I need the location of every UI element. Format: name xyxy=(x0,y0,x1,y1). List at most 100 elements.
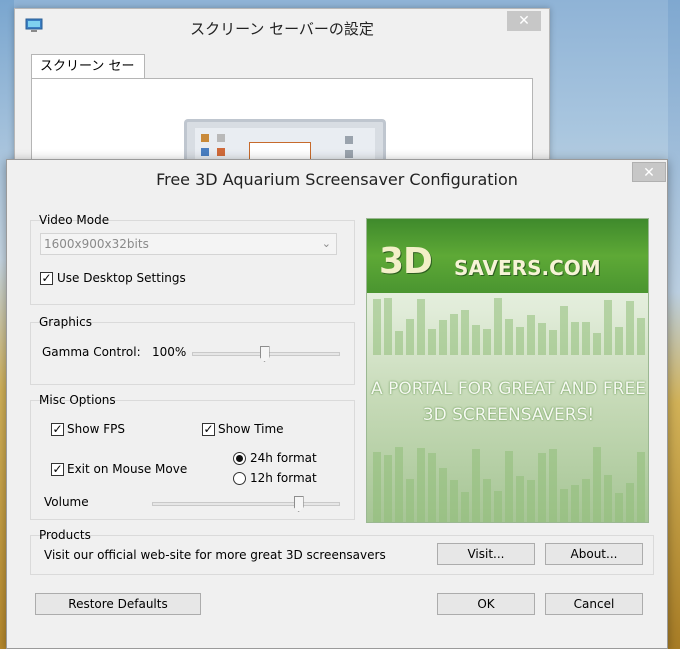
equalizer-bar xyxy=(527,480,535,522)
show-time-label: Show Time xyxy=(218,422,284,436)
equalizer-bar xyxy=(637,452,645,522)
volume-label: Volume xyxy=(44,495,89,509)
visit-button[interactable]: Visit... xyxy=(437,543,535,565)
cancel-button[interactable]: Cancel xyxy=(545,593,643,615)
equalizer-bar xyxy=(483,479,491,522)
gamma-control-label: Gamma Control: xyxy=(42,345,141,359)
equalizer-bar xyxy=(461,309,469,355)
equalizer-bar xyxy=(516,476,524,522)
equalizer-bar xyxy=(384,455,392,522)
equalizer-bar xyxy=(373,452,381,522)
products-label: Products xyxy=(39,528,91,542)
gamma-value: 100% xyxy=(152,345,187,359)
equalizer-bar xyxy=(516,326,524,355)
equalizer-bar xyxy=(428,453,436,522)
equalizer-bar xyxy=(560,489,568,522)
equalizer-bar xyxy=(549,449,557,522)
equalizer-bar xyxy=(395,447,403,522)
equalizer-bar xyxy=(461,491,469,522)
equalizer-bar xyxy=(395,331,403,355)
show-fps-checkbox[interactable]: ✓ xyxy=(51,423,64,436)
equalizer-bar xyxy=(505,318,513,355)
banner-header: 3D SAVERS.COM xyxy=(367,219,648,293)
screensaver-settings-window: スクリーン セーバーの設定 ✕ スクリーン セーバー xyxy=(14,8,550,200)
desktop-icon xyxy=(201,134,209,142)
equalizer-bar xyxy=(615,326,623,355)
format-12h-label: 12h format xyxy=(250,471,317,485)
equalizer-bar xyxy=(604,299,612,355)
show-fps-label: Show FPS xyxy=(67,422,125,436)
volume-slider-track[interactable] xyxy=(152,502,340,506)
banner-brand-3d: 3D xyxy=(379,241,433,282)
equalizer-bar xyxy=(505,451,513,522)
equalizer-bar xyxy=(450,314,458,355)
radio-selected-dot xyxy=(236,455,243,462)
equalizer-bar xyxy=(428,328,436,355)
tab-screensaver[interactable]: スクリーン セーバー xyxy=(31,54,145,98)
equalizer-bar xyxy=(626,301,634,355)
equalizer-bar xyxy=(439,468,447,522)
equalizer-bar xyxy=(472,449,480,522)
misc-options-label: Misc Options xyxy=(39,393,116,407)
products-description: Visit our official web-site for more gre… xyxy=(44,548,386,562)
equalizer-bar xyxy=(527,314,535,355)
desktop-icon xyxy=(345,150,353,158)
equalizer-bar xyxy=(494,297,502,355)
equalizer-bar xyxy=(373,299,381,355)
desktop-icon xyxy=(201,148,209,156)
equalizer-bar xyxy=(417,447,425,522)
banner-tagline-line2: 3D SCREENSAVERS! xyxy=(422,405,595,425)
equalizer-bar xyxy=(571,322,579,355)
ok-button[interactable]: OK xyxy=(437,593,535,615)
dialog-title: Free 3D Aquarium Screensaver Configurati… xyxy=(156,170,518,189)
banner-brand-name: SAVERS.COM xyxy=(454,256,601,280)
equalizer-bar xyxy=(593,446,601,522)
format-24h-radio[interactable] xyxy=(233,452,246,465)
graphics-label: Graphics xyxy=(39,315,92,329)
equalizer-bar xyxy=(593,332,601,355)
equalizer-bar xyxy=(560,305,568,355)
equalizer-bar xyxy=(626,483,634,522)
equalizer-bar xyxy=(615,492,623,522)
equalizer-bar xyxy=(406,318,414,355)
chevron-down-icon: ⌄ xyxy=(321,237,331,250)
equalizer-bar xyxy=(384,298,392,355)
desktop-background-right xyxy=(668,0,680,649)
equalizer-bar xyxy=(582,322,590,355)
equalizer-bar xyxy=(417,298,425,355)
video-mode-label: Video Mode xyxy=(39,213,110,227)
back-close-button[interactable]: ✕ xyxy=(507,11,541,31)
format-24h-label: 24h format xyxy=(250,451,317,465)
video-mode-select[interactable]: 1600x900x32bits ⌄ xyxy=(40,233,337,255)
exit-on-mouse-move-label: Exit on Mouse Move xyxy=(67,462,188,476)
video-mode-value: 1600x900x32bits xyxy=(44,237,149,251)
desktop-icon xyxy=(217,148,225,156)
back-window-title: スクリーン セーバーの設定 xyxy=(190,20,374,38)
format-12h-radio[interactable] xyxy=(233,472,246,485)
exit-on-mouse-move-checkbox[interactable]: ✓ xyxy=(51,463,64,476)
3dsavers-banner[interactable]: 3D SAVERS.COM A PORTAL FOR GREAT AND FRE… xyxy=(366,218,649,523)
equalizer-bar xyxy=(483,329,491,355)
use-desktop-settings-checkbox[interactable]: ✓ xyxy=(40,272,53,285)
close-button[interactable]: ✕ xyxy=(632,162,666,182)
restore-defaults-button[interactable]: Restore Defaults xyxy=(35,593,201,615)
equalizer-bar xyxy=(439,319,447,355)
equalizer-bar xyxy=(637,317,645,355)
use-desktop-settings-label: Use Desktop Settings xyxy=(57,271,186,285)
equalizer-bar xyxy=(494,490,502,522)
banner-tagline-line1: A PORTAL FOR GREAT AND FREE xyxy=(371,379,646,399)
equalizer-bar xyxy=(538,323,546,355)
aquarium-config-dialog: Free 3D Aquarium Screensaver Configurati… xyxy=(6,159,668,649)
equalizer-bar xyxy=(450,479,458,522)
equalizer-bar xyxy=(571,485,579,522)
equalizer-bar xyxy=(549,329,557,355)
back-titlebar: スクリーン セーバーの設定 ✕ xyxy=(15,9,549,43)
equalizer-bar xyxy=(472,324,480,355)
desktop-icon xyxy=(345,136,353,144)
equalizer-bar xyxy=(538,453,546,522)
about-button[interactable]: About... xyxy=(545,543,643,565)
equalizer-bar xyxy=(604,474,612,522)
show-time-checkbox[interactable]: ✓ xyxy=(202,423,215,436)
desktop-icon xyxy=(217,134,225,142)
equalizer-bar xyxy=(582,478,590,522)
